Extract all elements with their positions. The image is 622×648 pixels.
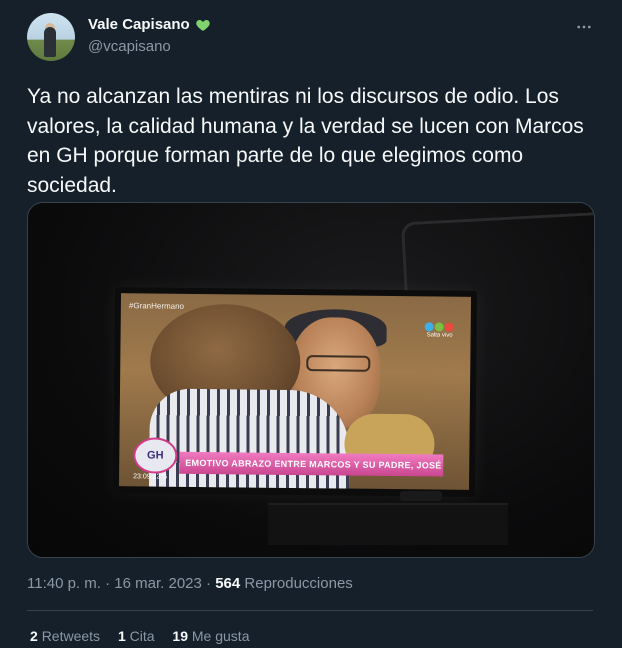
tweet-meta: 11:40 p. m. · 16 mar. 2023 · 564 Reprodu… — [27, 575, 353, 592]
tv-furniture — [268, 503, 508, 545]
television: #GranHermano Salta vivo GH EMOTIVO ABRAZ… — [112, 287, 478, 497]
tv-screen: #GranHermano Salta vivo GH EMOTIVO ABRAZ… — [119, 293, 472, 490]
father-glasses — [306, 355, 371, 372]
likes-count: 19 — [172, 628, 188, 644]
author-handle[interactable]: @vcapisano — [88, 38, 171, 55]
tweet-media-photo[interactable]: #GranHermano Salta vivo GH EMOTIVO ABRAZ… — [27, 202, 595, 558]
views-label: Reproducciones — [244, 575, 353, 592]
tweet-text: Ya no alcanzan las mentiras ni los discu… — [27, 85, 584, 197]
author-name[interactable]: Vale Capisano — [88, 16, 190, 33]
retweets-stat[interactable]: 2 Retweets — [30, 628, 104, 644]
tv-stand — [400, 491, 442, 501]
meta-separator: · — [206, 575, 212, 592]
tweet-date[interactable]: 16 mar. 2023 — [114, 575, 202, 592]
quotes-stat[interactable]: 1 Cita — [118, 628, 158, 644]
retweets-label: Retweets — [41, 628, 101, 644]
tv-banner: EMOTIVO ABRAZO ENTRE MARCOS Y SU PADRE, … — [179, 451, 444, 477]
likes-label: Me gusta — [191, 628, 250, 644]
avatar-figure — [44, 27, 56, 57]
more-options-icon[interactable] — [575, 18, 593, 36]
gh-logo: GH — [133, 437, 178, 474]
channel-label: Salta vivo — [426, 332, 453, 339]
meta-separator: · — [105, 575, 111, 592]
quotes-count: 1 — [117, 628, 126, 644]
green-heart-icon — [196, 20, 210, 31]
tweet-stats: 2 Retweets 1 Cita 19 Me gusta — [30, 628, 263, 644]
avatar[interactable] — [27, 13, 75, 61]
views-count: 564 — [215, 575, 241, 592]
likes-stat[interactable]: 19 Me gusta — [172, 628, 249, 644]
tv-clock: 23:09 22°5 — [133, 473, 168, 481]
retweets-count: 2 — [30, 628, 38, 644]
tv-hashtag: #GranHermano — [128, 301, 185, 311]
divider — [27, 610, 593, 611]
tweet-time[interactable]: 11:40 p. m. — [27, 575, 101, 592]
quotes-label: Cita — [129, 628, 155, 644]
